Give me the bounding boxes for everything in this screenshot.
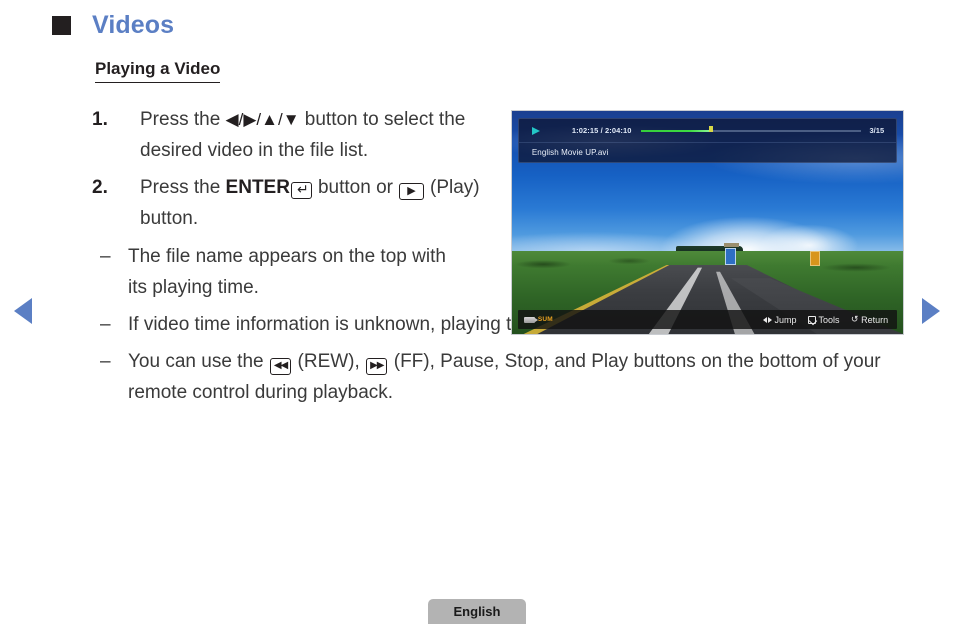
tv-playback-info-panel: 1:02:15 / 2:04:10 3/15 English Movie UP.… — [517, 117, 898, 164]
tv-file-counter: 3/15 — [869, 126, 885, 136]
tv-hint-return[interactable]: ↻ Return — [850, 314, 889, 325]
note-text: The file name appears on the top with it… — [128, 246, 446, 298]
step-text-before: Press the — [140, 177, 226, 198]
tv-hint-tools[interactable]: Tools — [807, 314, 840, 325]
tv-filename-label: English Movie UP.avi — [531, 148, 609, 158]
tv-hint-group: Jump Tools ↻ Return — [762, 314, 889, 325]
note-text-part-1: You can use the — [128, 351, 269, 372]
language-tab[interactable]: English — [428, 599, 526, 624]
dash-bullet: – — [100, 246, 111, 267]
page-title: Videos — [92, 11, 175, 39]
section-subtitle: Playing a Video — [95, 59, 221, 83]
tv-hint-jump-label: Jump — [774, 314, 797, 325]
language-label: English — [453, 604, 501, 619]
tv-bottom-hint-bar: SUM Jump Tools ↻ Return — [517, 310, 898, 330]
square-bullet-icon — [52, 16, 71, 35]
tv-yellow-road-sign — [810, 250, 821, 267]
tv-blue-road-sign — [725, 248, 736, 265]
note-text-part-2: (REW), — [292, 351, 366, 372]
tv-playback-status-row: 1:02:15 / 2:04:10 3/15 — [518, 119, 897, 144]
step-number: 2. — [92, 177, 108, 198]
tv-progress-fill — [640, 129, 711, 132]
step-text-before: Press the — [140, 109, 226, 130]
step-text: Press the ◀/▶/▲/▼ button to select the d… — [140, 104, 500, 166]
tv-progress-bar[interactable] — [640, 125, 861, 132]
usb-device-icon — [523, 316, 538, 323]
tv-hint-tools-label: Tools — [818, 314, 840, 325]
dash-bullet: – — [100, 351, 111, 372]
list-item: – You can use the ◀◀ (REW), ▶▶ (FF), Pau… — [92, 346, 912, 408]
step-number: 1. — [92, 109, 108, 130]
tv-hint-return-label: Return — [861, 314, 889, 325]
tv-source-label: SUM — [537, 316, 553, 324]
fast-forward-key-icon: ▶▶ — [366, 358, 388, 375]
jump-arrows-icon — [762, 316, 772, 323]
tv-source-indicator: SUM — [523, 316, 553, 324]
tools-icon — [807, 315, 816, 324]
prev-page-arrow-icon[interactable] — [14, 298, 32, 324]
tv-hint-jump[interactable]: Jump — [762, 314, 797, 325]
play-key-icon: ▶ — [399, 183, 424, 200]
tv-play-status-icon — [531, 126, 540, 135]
return-icon: ↻ — [850, 314, 859, 325]
next-page-arrow-icon[interactable] — [922, 298, 940, 324]
tv-playback-time: 1:02:15 / 2:04:10 — [571, 126, 632, 136]
tv-progress-marker[interactable] — [709, 125, 714, 132]
dash-bullet: – — [100, 314, 111, 335]
enter-key-label: ENTER — [225, 177, 290, 198]
enter-key-icon: ↵ — [290, 182, 312, 199]
dpad-arrows-icon: ◀/▶/▲/▼ — [225, 110, 300, 129]
step-text-mid: button or — [312, 177, 399, 198]
rewind-key-icon: ◀◀ — [269, 358, 292, 375]
page-heading: Videos — [52, 13, 174, 38]
note-text: You can use the ◀◀ (REW), ▶▶ (FF), Pause… — [128, 346, 912, 408]
tv-screenshot-image: 1:02:15 / 2:04:10 3/15 English Movie UP.… — [511, 110, 904, 335]
step-text: Press the ENTER ↵ button or ▶ (Play) butt… — [140, 172, 500, 234]
